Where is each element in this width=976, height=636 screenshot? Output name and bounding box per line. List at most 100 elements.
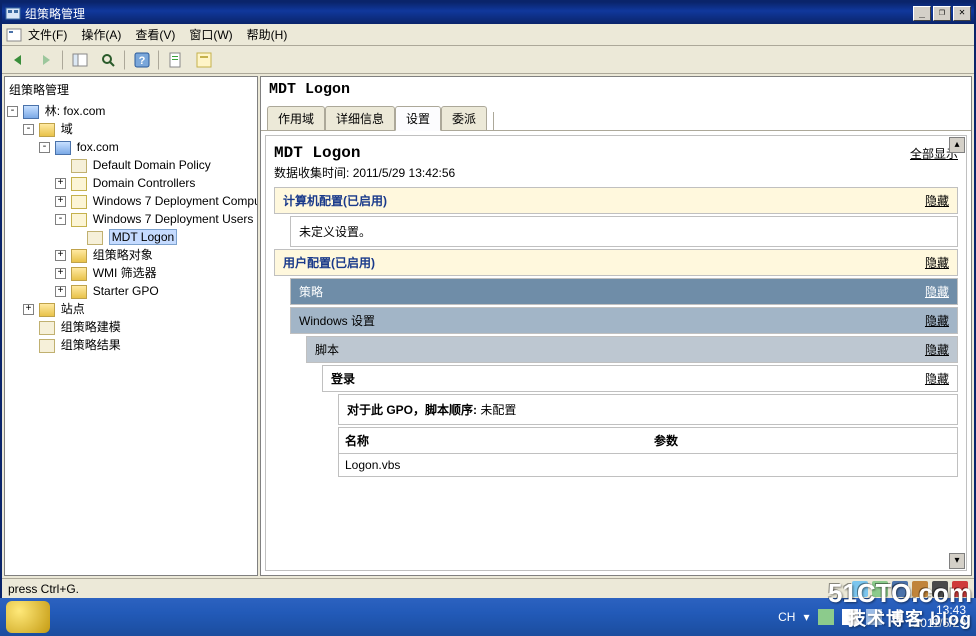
tree-ddp[interactable]: Default Domain Policy — [7, 156, 255, 174]
menu-window[interactable]: 窗口(W) — [189, 26, 232, 43]
status-icon[interactable] — [872, 581, 888, 597]
expander-icon[interactable]: + — [55, 268, 66, 279]
folder-icon — [39, 303, 55, 317]
volume-icon[interactable] — [890, 609, 906, 625]
expander-icon[interactable]: - — [7, 106, 18, 117]
domain-icon — [55, 141, 71, 155]
tree-dc[interactable]: + Domain Controllers — [7, 174, 255, 192]
menu-action[interactable]: 操作(A) — [81, 26, 121, 43]
hide-link[interactable]: 隐藏 — [925, 341, 949, 358]
back-button[interactable] — [6, 49, 30, 71]
tree-results[interactable]: 组策略结果 — [7, 336, 255, 354]
tray-icon[interactable] — [818, 609, 834, 625]
section-computer-config[interactable]: 计算机配置(已启用) 隐藏 — [274, 187, 958, 214]
script-table: 名称 参数 Logon.vbs — [338, 427, 958, 477]
status-icon[interactable] — [952, 581, 968, 597]
menu-help[interactable]: 帮助(H) — [247, 26, 288, 43]
expander-icon[interactable]: - — [55, 214, 66, 225]
help-button[interactable]: ? — [130, 49, 154, 71]
close-button[interactable]: ✕ — [953, 6, 971, 21]
tree-forest[interactable]: - 林: fox.com — [7, 102, 255, 120]
hide-link[interactable]: 隐藏 — [925, 312, 949, 329]
section-scripts[interactable]: 脚本 隐藏 — [306, 336, 958, 363]
ime-indicator[interactable]: CH — [778, 610, 795, 624]
toolbar-button-a[interactable] — [164, 49, 188, 71]
show-hide-tree-button[interactable] — [68, 49, 92, 71]
tree-label: 组策略对象 — [93, 248, 153, 262]
start-button[interactable] — [6, 601, 50, 633]
status-icon[interactable] — [932, 581, 948, 597]
forward-button[interactable] — [34, 49, 58, 71]
ou-icon — [71, 213, 87, 227]
tree-label: Windows 7 Deployment Users — [93, 212, 254, 226]
tray-date[interactable]: 2011/5/29 — [914, 617, 967, 630]
scroll-up-button[interactable]: ▴ — [949, 137, 965, 153]
section-policy[interactable]: 策略 隐藏 — [290, 278, 958, 305]
system-tray: CH ▾ 13:43 2011/5/29 — [778, 604, 976, 630]
cell-param — [648, 454, 957, 477]
scroll-down-button[interactable]: ▾ — [949, 553, 965, 569]
tree-w7u[interactable]: - Windows 7 Deployment Users — [7, 210, 255, 228]
tree-mdt-logon[interactable]: MDT Logon — [7, 228, 255, 246]
tree-gpo-objects[interactable]: + 组策略对象 — [7, 246, 255, 264]
forest-icon — [23, 105, 39, 119]
expander-icon[interactable]: + — [55, 286, 66, 297]
expander-icon[interactable]: - — [23, 124, 34, 135]
hide-link[interactable]: 隐藏 — [925, 370, 949, 387]
tree-label: fox.com — [77, 140, 119, 154]
flag-icon[interactable] — [842, 609, 858, 625]
status-hint: press Ctrl+G. — [8, 582, 79, 596]
section-logon[interactable]: 登录 隐藏 — [322, 365, 958, 392]
network-icon[interactable] — [866, 609, 882, 625]
tree-label: Default Domain Policy — [93, 158, 211, 172]
menu-file[interactable]: 文件(F) — [28, 26, 67, 43]
tabs: 作用域 详细信息 设置 委派 — [261, 102, 971, 131]
tree-label: Windows 7 Deployment Computers — [93, 194, 258, 208]
tree-modeling[interactable]: 组策略建模 — [7, 318, 255, 336]
section-user-config[interactable]: 用户配置(已启用) 隐藏 — [274, 249, 958, 276]
tree-w7c[interactable]: + Windows 7 Deployment Computers — [7, 192, 255, 210]
tree-sites[interactable]: + 站点 — [7, 300, 255, 318]
tab-scope[interactable]: 作用域 — [267, 106, 325, 130]
tree-label: 林: fox.com — [45, 104, 106, 118]
hide-link[interactable]: 隐藏 — [925, 283, 949, 300]
arrow-left-icon — [10, 52, 26, 68]
tree-label: 站点 — [61, 302, 85, 316]
menubar: 文件(F) 操作(A) 查看(V) 窗口(W) 帮助(H) — [2, 24, 974, 46]
tree-view[interactable]: 组策略管理 - 林: fox.com - 域 - fox.com — [4, 76, 258, 576]
status-bar: press Ctrl+G. — [2, 578, 974, 598]
separator — [124, 50, 126, 70]
status-icon[interactable] — [892, 581, 908, 597]
tree-wmi[interactable]: + WMI 筛选器 — [7, 264, 255, 282]
tab-details[interactable]: 详细信息 — [325, 106, 395, 130]
hide-link[interactable]: 隐藏 — [925, 254, 949, 271]
find-button[interactable] — [96, 49, 120, 71]
tree-starter-gpo[interactable]: + Starter GPO — [7, 282, 255, 300]
col-name: 名称 — [339, 428, 648, 454]
settings-report[interactable]: ▴ ▾ MDT Logon 全部显示 数据收集时间: 2011/5/29 13:… — [265, 135, 967, 571]
tree-domains[interactable]: - 域 — [7, 120, 255, 138]
tree-label: 组策略建模 — [61, 320, 121, 334]
expander-icon[interactable]: + — [55, 196, 66, 207]
toolbar-button-b[interactable] — [192, 49, 216, 71]
script-order-box: 对于此 GPO，脚本顺序: 未配置 — [338, 394, 958, 425]
expander-icon[interactable]: + — [55, 250, 66, 261]
expander-icon[interactable]: + — [55, 178, 66, 189]
tree-domain[interactable]: - fox.com — [7, 138, 255, 156]
tab-settings[interactable]: 设置 — [395, 106, 441, 131]
folder-icon — [71, 267, 87, 281]
expander-icon[interactable]: + — [23, 304, 34, 315]
status-icon[interactable] — [912, 581, 928, 597]
section-windows-settings[interactable]: Windows 设置 隐藏 — [290, 307, 958, 334]
restore-button[interactable]: ❐ — [933, 6, 951, 21]
minimize-button[interactable]: _ — [913, 6, 931, 21]
menu-view[interactable]: 查看(V) — [135, 26, 175, 43]
ou-icon — [71, 195, 87, 209]
tree-label: 域 — [61, 122, 73, 136]
status-icon[interactable] — [852, 581, 868, 597]
tab-delegation[interactable]: 委派 — [441, 106, 487, 130]
expander-icon[interactable]: - — [39, 142, 50, 153]
taskbar: CH ▾ 13:43 2011/5/29 — [0, 598, 976, 636]
hide-link[interactable]: 隐藏 — [925, 192, 949, 209]
gpo-link-icon — [71, 159, 87, 173]
